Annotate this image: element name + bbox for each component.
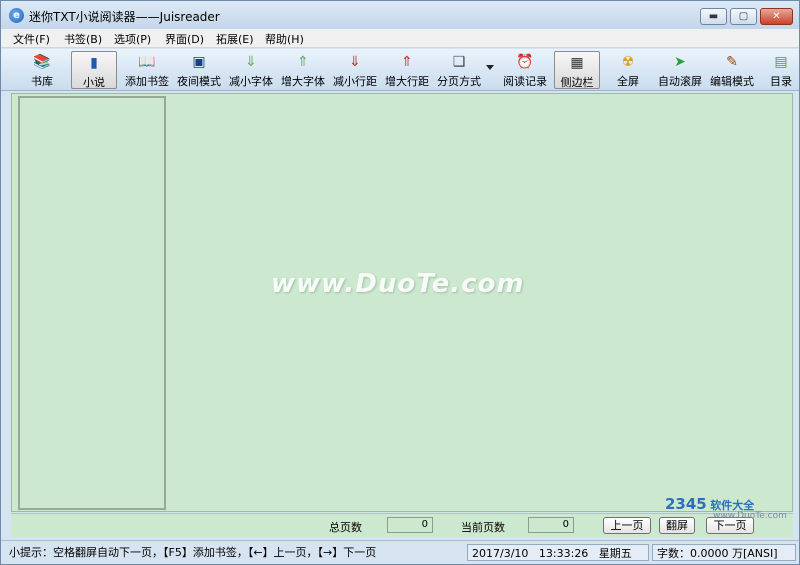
reading-history-label: 阅读记录 (503, 75, 547, 88)
title-bar[interactable]: e 迷你TXT小说阅读器——Juisreader ▬ ▢ ✕ (1, 1, 799, 29)
brand-number: 2345 (665, 495, 707, 513)
decrease-font-label: 减小字体 (229, 75, 273, 88)
contents-label: 目录 (770, 75, 792, 88)
page-mode-button[interactable]: ❑ 分页方式 (433, 51, 485, 89)
auto-scroll-button[interactable]: ➤ 自动滚屏 (654, 51, 706, 89)
contents-button[interactable]: ▤ 目录 (765, 51, 797, 89)
night-mode-label: 夜间模式 (177, 75, 221, 88)
add-bookmark-icon: 📖 (138, 54, 156, 70)
increase-line-spacing-label: 增大行距 (385, 75, 429, 88)
edit-mode-label: 编辑模式 (710, 75, 754, 88)
bookshelf-button[interactable]: 📚 书库 (21, 51, 63, 89)
status-weekday: 星期五 (598, 547, 632, 560)
total-pages-label: 总页数 (329, 521, 362, 534)
menu-extensions[interactable]: 拓展(E) (216, 31, 254, 47)
watermark-text: www.DuoTe.com (271, 269, 525, 299)
edit-mode-button[interactable]: ✎ 编辑模式 (706, 51, 758, 89)
menu-options[interactable]: 选项(P) (114, 31, 151, 47)
increase-line-spacing-icon: ⇑ (401, 54, 413, 70)
increase-font-label: 增大字体 (281, 75, 325, 88)
menu-file[interactable]: 文件(F) (13, 31, 50, 47)
reading-history-button[interactable]: ⏰ 阅读记录 (499, 51, 551, 89)
sidebar-icon: ▦ (570, 55, 584, 71)
novel-button[interactable]: ▮ 小说 (71, 51, 117, 89)
menu-bar: 文件(F) 书签(B) 选项(P) 界面(D) 拓展(E) 帮助(H) (1, 29, 799, 48)
status-tip: 小提示：空格翻屏自动下一页，【F5】添加书签，【←】上一页，【→】下一页 (9, 546, 377, 559)
increase-font-icon: ⇑ (297, 54, 309, 70)
edit-mode-pen-icon: ✎ (726, 54, 738, 70)
current-page-label: 当前页数 (461, 521, 505, 534)
page-mode-icon: ❑ (452, 54, 466, 70)
reading-area[interactable] (11, 93, 793, 512)
auto-scroll-label: 自动滚屏 (658, 75, 702, 88)
night-mode-button[interactable]: ▣ 夜间模式 (173, 51, 225, 89)
status-bar: 小提示：空格翻屏自动下一页，【F5】添加书签，【←】上一页，【→】下一页 201… (1, 540, 799, 564)
status-word-count: 字数：0.0000 万[ANSI] (652, 544, 796, 561)
contents-icon: ▤ (774, 54, 788, 70)
page-mode-label: 分页方式 (437, 75, 481, 88)
bookshelf-label: 书库 (31, 75, 53, 88)
status-date: 2017/3/10 (472, 547, 529, 560)
add-bookmark-label: 添加书签 (125, 75, 169, 88)
menu-interface[interactable]: 界面(D) (165, 31, 204, 47)
increase-font-button[interactable]: ⇑ 增大字体 (277, 51, 329, 89)
minimize-button[interactable]: ▬ (700, 8, 727, 25)
fullscreen-icon: ☢ (621, 54, 635, 70)
sidebar-panel[interactable] (18, 96, 166, 510)
page-mode-dropdown-arrow-icon[interactable] (486, 65, 494, 70)
fullscreen-label: 全屏 (617, 75, 639, 88)
fullscreen-button[interactable]: ☢ 全屏 (607, 51, 649, 89)
toolbar: 📚 书库 ▮ 小说 📖 添加书签 ▣ 夜间模式 ⇓ 减小字体 ⇑ 增大字体 ⇓ … (1, 49, 799, 91)
decrease-font-button[interactable]: ⇓ 减小字体 (225, 51, 277, 89)
add-bookmark-button[interactable]: 📖 添加书签 (121, 51, 173, 89)
menu-help[interactable]: 帮助(H) (265, 31, 304, 47)
prev-page-button[interactable]: 上一页 (603, 517, 651, 534)
status-time: 13:33:26 (538, 547, 589, 560)
maximize-button[interactable]: ▢ (730, 8, 757, 25)
decrease-line-spacing-icon: ⇓ (349, 54, 361, 70)
sidebar-label: 侧边栏 (560, 76, 594, 89)
sidebar-button[interactable]: ▦ 侧边栏 (554, 51, 600, 89)
brand-url: www.DuoTe.com (713, 511, 787, 521)
auto-scroll-icon: ➤ (674, 54, 686, 70)
status-datetime: 2017/3/10 13:33:26 星期五 (467, 544, 649, 561)
novel-label: 小说 (83, 76, 105, 89)
menu-bookmarks[interactable]: 书签(B) (64, 31, 102, 47)
current-page-field[interactable]: 0 (528, 517, 574, 533)
bookshelf-icon: 📚 (33, 54, 51, 70)
decrease-font-icon: ⇓ (245, 54, 257, 70)
window-title: 迷你TXT小说阅读器——Juisreader (29, 10, 220, 24)
brand-watermark: 2345 软件大全 www.DuoTe.com (665, 495, 787, 523)
app-window: e 迷你TXT小说阅读器——Juisreader ▬ ▢ ✕ 文件(F) 书签(… (0, 0, 800, 565)
app-logo-icon: e (9, 8, 24, 23)
increase-line-spacing-button[interactable]: ⇑ 增大行距 (381, 51, 433, 89)
decrease-line-spacing-label: 减小行距 (333, 75, 377, 88)
reading-history-clock-icon: ⏰ (516, 54, 534, 70)
total-pages-field: 0 (387, 517, 433, 533)
decrease-line-spacing-button[interactable]: ⇓ 减小行距 (329, 51, 381, 89)
close-button[interactable]: ✕ (760, 8, 793, 25)
night-mode-icon: ▣ (192, 54, 206, 70)
novel-book-icon: ▮ (90, 55, 98, 71)
